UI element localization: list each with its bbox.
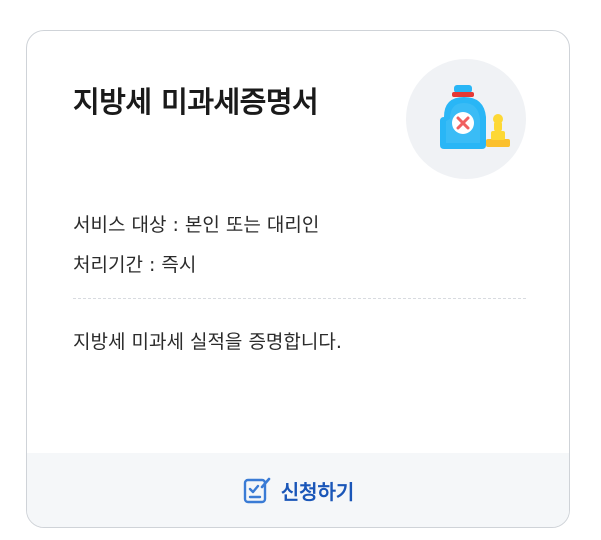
service-info: 서비스 대상 : 본인 또는 대리인 처리기간 : 즉시	[73, 205, 319, 285]
description-text: 지방세 미과세 실적을 증명합니다.	[73, 331, 342, 353]
processing-period-text: 처리기간 : 즉시	[73, 254, 197, 276]
service-target-text: 서비스 대상 : 본인 또는 대리인	[73, 214, 320, 236]
apply-button[interactable]: 신청하기	[27, 453, 569, 527]
divider	[73, 298, 526, 299]
certificate-card: 지방세 미과세증명서 서비스 대상 : 본인 또는 대리인 처리기간 : 즉시 …	[26, 30, 570, 528]
tax-stamp-bag-icon	[406, 59, 526, 179]
edit-checklist-icon	[242, 475, 272, 505]
apply-button-label: 신청하기	[280, 479, 355, 504]
card-title: 지방세 미과세증명서	[73, 85, 319, 119]
